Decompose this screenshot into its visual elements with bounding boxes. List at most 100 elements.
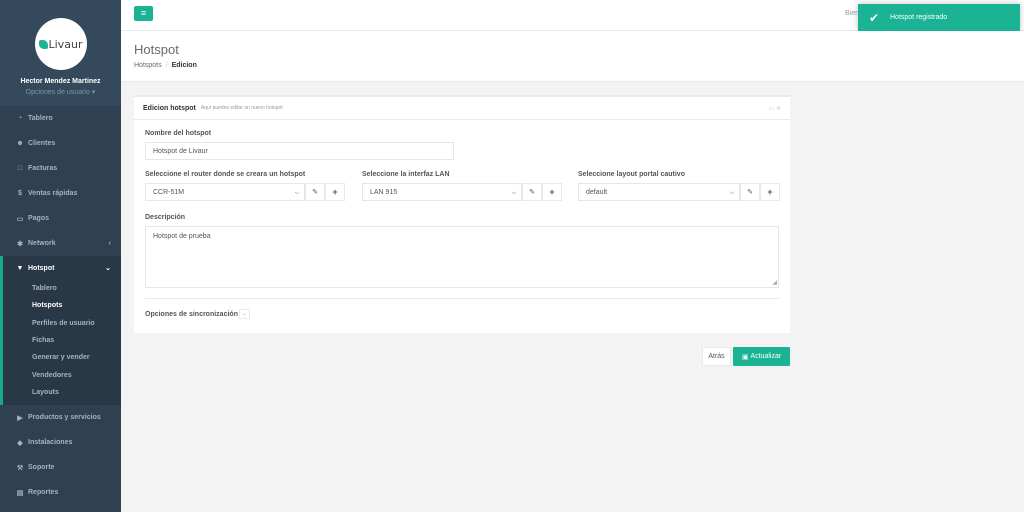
lan-label: Seleccione la interfaz LAN [362,171,450,178]
router-add-button[interactable]: + [325,183,345,201]
sync-options-label: Opciones de sincronización [145,311,238,318]
hotspot-submenu: Tablero Hotspots Perfiles de usuario Fichas… [3,280,121,405]
lan-add-button[interactable]: + [542,183,562,201]
sidebar-item-productos-y-servicios[interactable]: ▶ Productos y servicios [0,405,121,430]
page-heading: Hotspot Hotspots / Edicion [121,31,1024,82]
close-icon[interactable]: ✕ [776,106,781,112]
submenu-item-fichas[interactable]: Fichas [3,332,121,349]
layout-select-value: default [586,188,608,196]
sidebar-section-header[interactable]: ▼ Hotspot ⌄ [3,256,121,280]
user-options-dropdown[interactable]: Opciones de usuario ▾ [0,88,121,96]
wrench-icon: ⚒ [16,464,24,472]
edit-icon: ✎ [747,189,753,196]
sidebar-item-label: Facturas [28,165,58,172]
logo-text: Livaur [48,37,83,51]
plus-icon: + [332,187,338,197]
network-icon: ✱ [17,240,23,248]
leaf-logo-icon [38,39,48,49]
sidebar-item-label: Instalaciones [28,439,73,447]
submenu-item-perfiles-de-usuario[interactable]: Perfiles de usuario [3,315,121,332]
welcome-text: Bien [845,10,860,17]
submenu-item-layouts[interactable]: Layouts [3,384,121,401]
breadcrumb-hotspots[interactable]: Hotspots [134,62,162,69]
back-button[interactable]: Atrás [702,347,731,366]
sidebar-item-facturas[interactable]: □ Facturas [0,156,121,181]
sidebar-item-tablero[interactable]: ◔ Tablero [0,106,121,131]
hotspot-name-value: Hotspot de Livaur [153,147,208,155]
sidebar-item-label: Pagos [28,215,50,222]
hotspot-name-input[interactable]: Hotspot de Livaur [145,142,454,160]
toast-notification[interactable]: ✔ Hotspot registrado [858,4,1020,31]
router-select[interactable]: CCR-51M ⌵ [145,183,305,201]
check-icon: ✔ [868,10,880,25]
sync-options-toggle[interactable]: ⌄ [239,309,250,319]
submenu-item-generar-y-vender[interactable]: Generar y vender [3,349,121,366]
chevron-down-icon: ⌵ [511,190,516,196]
plus-icon: + [549,187,555,197]
layout-select[interactable]: default ⌵ [578,183,740,201]
lan-edit-button[interactable]: ✎ [522,183,542,201]
sidebar: Livaur Hector Mendez Martinez Opciones d… [0,0,121,512]
sidebar-item-label: Soporte [28,464,55,472]
lan-select-value: LAN 915 [370,188,398,196]
sidebar-item-instalaciones[interactable]: ◆ Instalaciones [0,430,121,455]
wifi-icon: ▼ [16,264,24,272]
sidebar-item-soporte[interactable]: ⚒ Soporte [0,455,121,480]
sidebar-item-clientes[interactable]: ☻ Clientes [0,131,121,156]
sidebar-item-label: Hotspot [28,264,55,272]
resize-handle-icon[interactable]: ◢ [772,279,777,286]
router-edit-button[interactable]: ✎ [305,183,325,201]
sidebar-item-label: Tablero [28,115,53,122]
money-icon: ▭ [16,215,24,223]
panel-tools: ▭ ✕ [769,105,781,112]
submenu-item-vendedores[interactable]: Vendedores [3,366,121,383]
description-value: Hotspot de prueba [153,233,211,240]
collapse-icon[interactable]: ▭ [769,106,775,112]
submenu-item-hotspots[interactable]: Hotspots [3,297,121,314]
sidebar-item-label: Productos y servicios [28,414,101,422]
divider [145,298,779,299]
sidebar-item-label: Reportes [28,489,59,497]
edit-icon: ✎ [529,189,535,196]
sidebar-item-network[interactable]: ✱ Network ‹ [0,231,121,256]
hamburger-icon: ≡ [140,8,147,18]
sidebar-item-hotspot[interactable]: ▼ Hotspot ⌄ Tablero Hotspots Perfiles de usua… [0,256,121,406]
edit-icon: ✎ [312,189,318,196]
description-label: Descripción [145,214,186,221]
description-textarea[interactable]: Hotspot de prueba ◢ [145,226,779,288]
sidebar-item-ventas-rapidas[interactable]: $ Ventas rápidas [0,181,121,206]
users-icon: ☻ [16,140,24,147]
avatar[interactable]: Livaur [34,18,87,70]
layout-label: Seleccione layout portal cautivo [578,171,685,178]
router-label: Seleccione el router donde se creara un … [145,171,306,178]
layout-add-button[interactable]: + [760,183,780,201]
router-select-value: CCR-51M [153,188,185,196]
plus-icon: + [767,187,773,197]
sidebar-item-pagos[interactable]: ▭ Pagos [0,206,121,231]
panel-title: Edicion hotspot [143,104,196,112]
layout-edit-button[interactable]: ✎ [740,183,760,201]
menu-toggle-button[interactable]: ≡ [134,6,153,21]
sidebar-item-label: Network [28,240,56,247]
panel-subtitle: Aquí puedes editar un nuevo hotspot [200,105,283,111]
lan-select[interactable]: LAN 915 ⌵ [362,183,522,201]
edit-hotspot-panel: Edicion hotspot Aquí puedes editar un nu… [134,95,790,333]
dashboard-icon: ◔ [17,115,23,122]
diamond-icon: ◆ [17,439,23,447]
chevron-down-icon: ⌵ [729,190,734,196]
sidebar-nav: ◔ Tablero ☻ Clientes □ Facturas $ Ventas rápida… [0,106,121,505]
hotspot-name-label: Nombre del hotspot [145,130,212,137]
sidebar-item-label: Ventas rápidas [28,190,78,197]
profile-block: Livaur Hector Mendez Martinez Opciones d… [0,0,121,106]
toast-message: Hotspot registrado [890,14,948,21]
breadcrumb-edicion: Edicion [171,62,197,69]
file-icon: □ [17,165,23,172]
update-button[interactable]: ▣ Actualizar [733,347,790,366]
sidebar-item-label: Clientes [28,140,56,147]
update-button-label: Actualizar [750,353,782,360]
submenu-item-tablero[interactable]: Tablero [3,280,121,297]
chevron-left-icon: ‹ [108,240,111,247]
report-icon: ▤ [16,489,24,497]
panel-header: Edicion hotspot Aquí puedes editar un nu… [134,97,790,120]
sidebar-item-reportes[interactable]: ▤ Reportes [0,480,121,505]
